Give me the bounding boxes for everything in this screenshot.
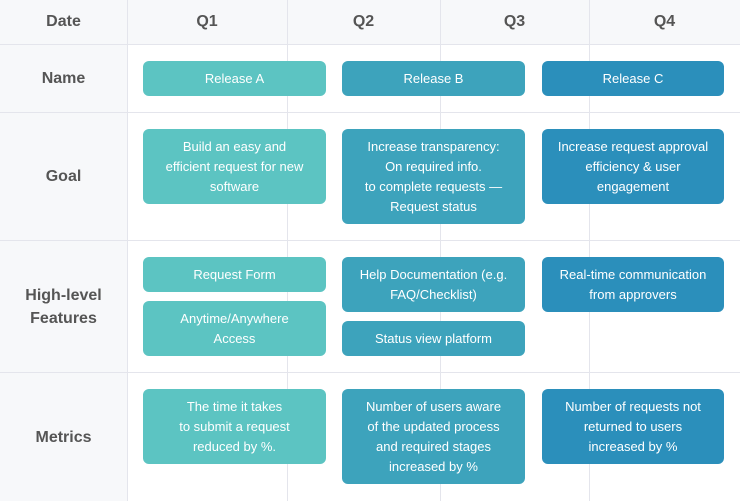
release-a-metric-card: The time it takes to submit a request re… bbox=[143, 389, 326, 464]
row-label-metrics: Metrics bbox=[35, 428, 92, 446]
release-b-metric-card: Number of users aware of the updated pro… bbox=[342, 389, 525, 484]
release-a-goal-card: Build an easy and efficient request for … bbox=[143, 129, 326, 204]
release-b-feature-card: Status view platform bbox=[342, 321, 525, 356]
header-date: Date bbox=[46, 13, 81, 30]
release-c-name-card: Release C bbox=[542, 61, 724, 96]
header-q4: Q4 bbox=[653, 13, 676, 30]
release-b-feature-card: Help Documentation (e.g. FAQ/Checklist) bbox=[342, 257, 525, 312]
release-a-feature-card: Request Form bbox=[143, 257, 326, 292]
column-divider bbox=[127, 0, 128, 501]
row-label-features: High-level Features bbox=[25, 286, 102, 327]
row-label-name: Name bbox=[41, 70, 86, 87]
header-q1: Q1 bbox=[196, 13, 218, 30]
release-c-goal-card: Increase request approval efficiency & u… bbox=[542, 129, 724, 204]
release-a-feature-card: Anytime/Anywhere Access bbox=[143, 301, 326, 356]
header-q3: Q3 bbox=[503, 13, 526, 30]
release-c-metric-card: Number of requests not returned to users… bbox=[542, 389, 724, 464]
release-c-feature-card: Real-time communication from approvers bbox=[542, 257, 724, 312]
release-b-name-card: Release B bbox=[342, 61, 525, 96]
release-a-name-card: Release A bbox=[143, 61, 326, 96]
header-q2: Q2 bbox=[352, 13, 375, 30]
release-b-goal-card: Increase transparency: On required info.… bbox=[342, 129, 525, 224]
row-label-goal: Goal bbox=[45, 168, 82, 185]
